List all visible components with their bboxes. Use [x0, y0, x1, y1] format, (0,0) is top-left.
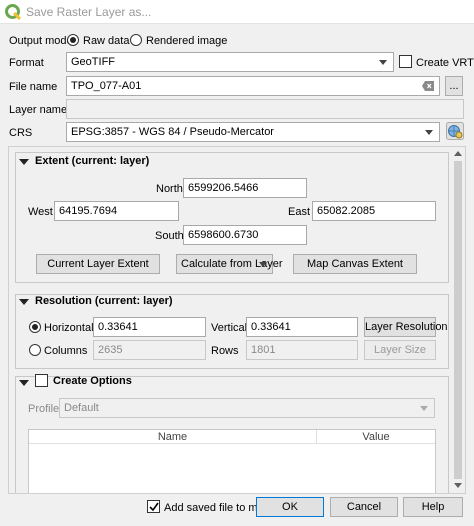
rendered-image-label[interactable]: Rendered image [146, 35, 227, 47]
crs-value: EPSG:3857 - WGS 84 / Pseudo-Mercator [71, 126, 274, 138]
profile-select[interactable]: Default [59, 398, 435, 418]
options-scroll-area[interactable]: Extent (current: layer) North 6599206.54… [8, 146, 466, 494]
qgis-logo-icon [5, 4, 21, 20]
raw-data-radio[interactable] [67, 34, 79, 46]
format-value: GeoTIFF [71, 56, 116, 68]
collapse-triangle-icon[interactable] [19, 380, 29, 386]
chevron-down-icon [379, 60, 387, 65]
calculate-from-layer-button[interactable]: Calculate from Layer [176, 254, 283, 274]
horizontal-radio[interactable] [29, 321, 41, 333]
west-label: West [28, 206, 53, 218]
scroll-down-icon[interactable] [454, 483, 462, 489]
browse-button[interactable]: ... [445, 76, 463, 96]
collapse-triangle-icon[interactable] [19, 159, 29, 165]
current-layer-extent-button[interactable]: Current Layer Extent [36, 254, 160, 274]
calculate-from-layer-label: Calculate from Layer [181, 258, 283, 270]
layer-resolution-button[interactable]: Layer Resolution [364, 317, 448, 337]
format-select[interactable]: GeoTIFF [66, 52, 394, 72]
projection-selector-icon[interactable] [446, 122, 464, 140]
file-name-value: TPO_077-A01 [71, 80, 142, 92]
add-to-map-label[interactable]: Add saved file to map [164, 502, 270, 514]
scrollbar-thumb[interactable] [454, 161, 462, 479]
north-label: North [156, 183, 183, 195]
create-options-title[interactable]: Create Options [53, 375, 132, 387]
raw-data-label[interactable]: Raw data [83, 35, 129, 47]
file-name-label: File name [9, 81, 58, 93]
chevron-down-icon [420, 406, 428, 411]
resolution-title[interactable]: Resolution (current: layer) [35, 295, 173, 307]
create-vrt-label[interactable]: Create VRT [416, 57, 474, 69]
format-label: Format [9, 57, 44, 69]
collapse-triangle-icon[interactable] [19, 299, 29, 305]
columns-input[interactable]: 2635 [93, 340, 206, 360]
vertical-input[interactable]: 0.33641 [246, 317, 358, 337]
rendered-image-radio[interactable] [130, 34, 142, 46]
value-column-header[interactable]: Value [317, 430, 435, 444]
vertical-label: Vertical [211, 322, 248, 334]
add-to-map-checkbox[interactable] [147, 500, 160, 513]
file-name-input[interactable]: TPO_077-A01 [66, 76, 440, 96]
output-mode-label: Output mode [9, 35, 73, 47]
south-label: South [155, 230, 184, 242]
help-button[interactable]: Help [403, 497, 463, 517]
extent-title[interactable]: Extent (current: layer) [35, 155, 149, 167]
vertical-scrollbar[interactable] [451, 147, 465, 493]
clear-icon[interactable] [422, 81, 434, 91]
south-input[interactable]: 6598600.6730 [183, 225, 307, 245]
ok-button[interactable]: OK [256, 497, 324, 517]
create-options-table[interactable]: Name Value [28, 429, 436, 493]
east-input[interactable]: 65082.2085 [312, 201, 436, 221]
create-vrt-checkbox[interactable] [399, 55, 412, 68]
chevron-down-icon [425, 130, 433, 135]
profile-value: Default [64, 402, 99, 414]
crs-label: CRS [9, 127, 33, 139]
check-icon [149, 502, 159, 512]
east-label: East [288, 206, 311, 218]
horizontal-label[interactable]: Horizontal [44, 322, 94, 334]
profile-label: Profile [28, 403, 60, 415]
layer-name-label: Layer name [9, 104, 68, 116]
crs-select[interactable]: EPSG:3857 - WGS 84 / Pseudo-Mercator [66, 122, 440, 142]
rows-input[interactable]: 1801 [246, 340, 358, 360]
create-options-checkbox[interactable] [35, 374, 48, 387]
name-column-header[interactable]: Name [29, 430, 317, 444]
columns-radio[interactable] [29, 344, 41, 356]
horizontal-input[interactable]: 0.33641 [93, 317, 206, 337]
chevron-down-icon [259, 262, 267, 267]
columns-label[interactable]: Columns [44, 345, 87, 357]
map-canvas-extent-button[interactable]: Map Canvas Extent [293, 254, 417, 274]
west-input[interactable]: 64195.7694 [54, 201, 179, 221]
layer-name-input[interactable] [66, 99, 464, 119]
north-input[interactable]: 6599206.5466 [183, 178, 307, 198]
window-title: Save Raster Layer as... [26, 5, 152, 19]
rows-label: Rows [211, 345, 239, 357]
layer-size-button[interactable]: Layer Size [364, 340, 436, 360]
scroll-up-icon[interactable] [454, 150, 462, 156]
cancel-button[interactable]: Cancel [330, 497, 398, 517]
